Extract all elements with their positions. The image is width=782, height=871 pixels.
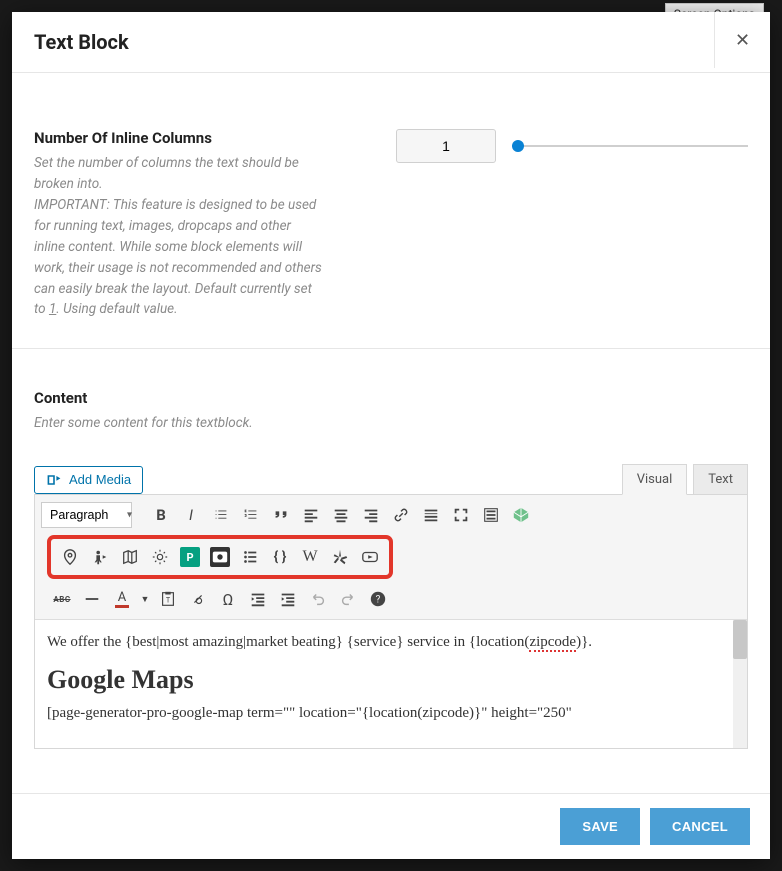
help-button[interactable]: ? — [364, 585, 392, 613]
columns-slider[interactable] — [512, 138, 748, 154]
content-desc: Enter some content for this textblock. — [34, 413, 748, 434]
content-paragraph: We offer the {best|most amazing|market b… — [47, 634, 735, 651]
outdent-button[interactable] — [244, 585, 272, 613]
tab-text[interactable]: Text — [693, 464, 748, 495]
pixabay-icon[interactable] — [206, 543, 234, 571]
pexels-icon[interactable]: P — [176, 543, 204, 571]
youtube-icon[interactable] — [356, 543, 384, 571]
plugin-toolbar-highlight: P { } W — [47, 535, 393, 579]
redo-button[interactable] — [334, 585, 362, 613]
fullscreen-button[interactable] — [447, 501, 475, 529]
add-media-button[interactable]: Add Media — [34, 466, 143, 494]
undo-button[interactable] — [304, 585, 332, 613]
avia-builder-icon[interactable] — [507, 501, 535, 529]
yelp-icon[interactable] — [326, 543, 354, 571]
paste-text-button[interactable]: T — [154, 585, 182, 613]
clear-formatting-button[interactable] — [184, 585, 212, 613]
link-button[interactable] — [387, 501, 415, 529]
horizontal-rule-button[interactable] — [78, 585, 106, 613]
wikipedia-icon[interactable]: W — [296, 543, 324, 571]
insert-more-button[interactable] — [417, 501, 445, 529]
editor: Paragraph B I — [34, 494, 748, 749]
cancel-button[interactable]: CANCEL — [650, 808, 750, 845]
map-icon[interactable] — [116, 543, 144, 571]
editor-mode-tabs: Visual Text — [622, 464, 748, 495]
indent-button[interactable] — [274, 585, 302, 613]
columns-label-col: Number Of Inline Columns Set the number … — [34, 129, 324, 320]
toolbar-toggle-button[interactable] — [477, 501, 505, 529]
special-char-button[interactable]: Ω — [214, 585, 242, 613]
align-left-button[interactable] — [297, 501, 325, 529]
italic-button[interactable]: I — [177, 501, 205, 529]
blockquote-button[interactable] — [267, 501, 295, 529]
spellcheck-mark: zipcode — [529, 634, 576, 652]
modal-footer: SAVE CANCEL — [12, 793, 770, 859]
content-shortcode: [page-generator-pro-google-map term="" l… — [47, 705, 735, 722]
strikethrough-button[interactable]: ABC — [48, 585, 76, 613]
numbered-list-button[interactable] — [237, 501, 265, 529]
modal-body: Number Of Inline Columns Set the number … — [12, 73, 770, 793]
text-block-modal: Text Block ✕ Number Of Inline Columns Se… — [12, 12, 770, 859]
text-color-dropdown[interactable]: ▼ — [138, 585, 152, 613]
columns-title: Number Of Inline Columns — [34, 129, 324, 147]
editor-scrollbar[interactable] — [733, 620, 747, 748]
columns-input[interactable] — [396, 129, 496, 163]
editor-toolbar: Paragraph B I — [35, 495, 747, 620]
editor-textarea[interactable]: We offer the {best|most amazing|market b… — [35, 620, 747, 748]
columns-control — [396, 129, 748, 163]
columns-section: Number Of Inline Columns Set the number … — [12, 73, 770, 349]
columns-desc: Set the number of columns the text shoul… — [34, 153, 324, 320]
paragraph-select[interactable]: Paragraph — [41, 502, 132, 528]
slider-thumb[interactable] — [512, 140, 524, 152]
align-center-button[interactable] — [327, 501, 355, 529]
content-title: Content — [34, 389, 748, 407]
content-heading: Google Maps — [47, 665, 735, 695]
bold-button[interactable]: B — [147, 501, 175, 529]
related-links-icon[interactable] — [236, 543, 264, 571]
street-view-icon[interactable] — [86, 543, 114, 571]
bullet-list-button[interactable] — [207, 501, 235, 529]
modal-header: Text Block ✕ — [12, 12, 770, 73]
svg-text:T: T — [166, 596, 171, 605]
close-icon: ✕ — [735, 30, 750, 51]
media-icon — [46, 472, 62, 488]
text-color-button[interactable]: A — [108, 585, 136, 613]
content-section: Content Enter some content for this text… — [12, 349, 770, 777]
tab-visual[interactable]: Visual — [622, 464, 688, 495]
modal-title: Text Block — [34, 30, 129, 54]
close-button[interactable]: ✕ — [714, 12, 770, 68]
spintax-icon[interactable]: { } — [266, 543, 294, 571]
editor-top-row: Add Media Visual Text — [34, 464, 748, 495]
location-pin-icon[interactable] — [56, 543, 84, 571]
weather-icon[interactable] — [146, 543, 174, 571]
align-right-button[interactable] — [357, 501, 385, 529]
svg-text:?: ? — [376, 595, 381, 606]
save-button[interactable]: SAVE — [560, 808, 640, 845]
